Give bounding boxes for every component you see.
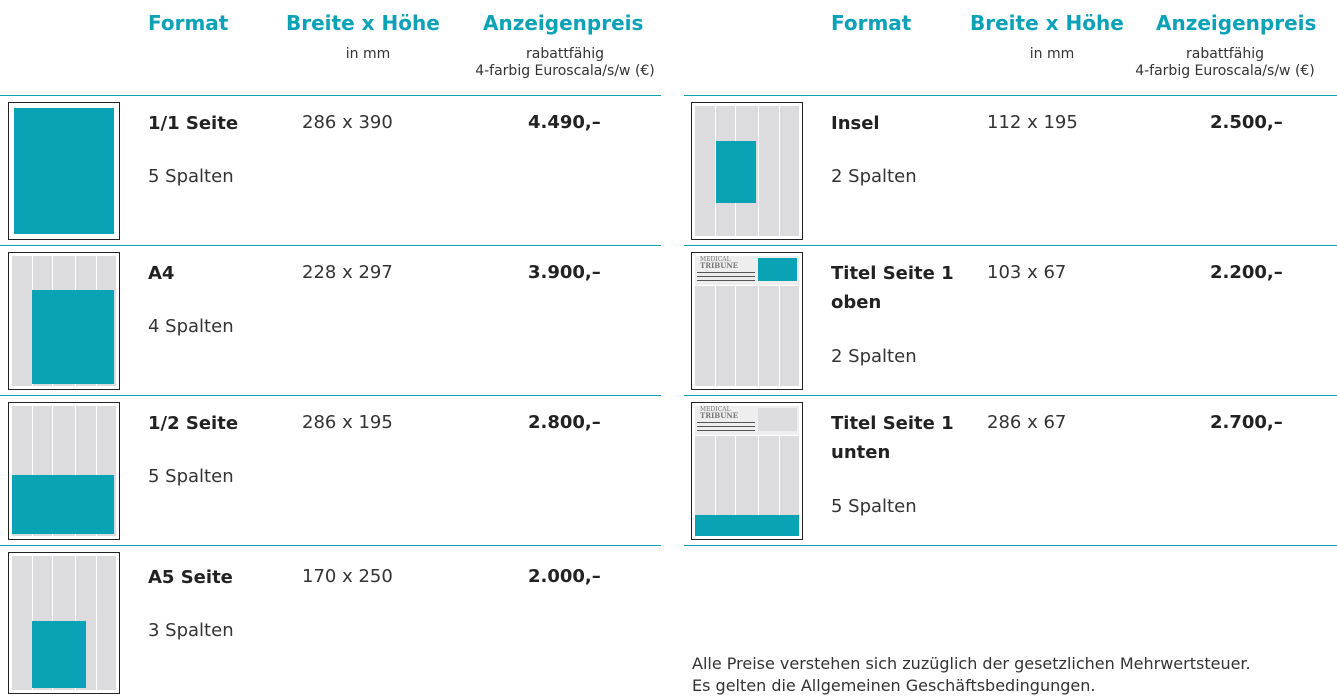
price-value: 3.900,– bbox=[528, 262, 601, 283]
format-label-line-1: Titel Seite 1 bbox=[831, 263, 954, 284]
ad-area bbox=[695, 515, 799, 536]
size-value: 286 x 195 bbox=[302, 412, 393, 433]
masthead-line-2: TRIBUNE bbox=[700, 411, 739, 420]
left-rule-3 bbox=[0, 545, 661, 546]
columns-value: 3 Spalten bbox=[148, 620, 234, 641]
left-rule-2 bbox=[0, 395, 661, 396]
right-rule-top bbox=[684, 95, 1337, 96]
format-label: 1/2 Seite bbox=[148, 413, 239, 434]
price-value: 2.000,– bbox=[528, 566, 601, 587]
price-value: 2.800,– bbox=[528, 412, 601, 433]
left-rule-top bbox=[0, 95, 661, 96]
header-price-note2-left: 4-farbig Euroscala/s/w (€) bbox=[475, 63, 655, 79]
columns-value: 5 Spalten bbox=[148, 466, 234, 487]
ad-area bbox=[716, 141, 756, 203]
size-value: 228 x 297 bbox=[302, 262, 393, 283]
size-value: 286 x 67 bbox=[987, 412, 1067, 433]
left-rule-1 bbox=[0, 245, 661, 246]
format-label: 1/1 Seite bbox=[148, 113, 239, 134]
header-dimensions-right: Breite x Höhe bbox=[970, 11, 1124, 35]
page-background: MEDICAL TRIBUNE bbox=[695, 406, 799, 536]
columns-value: 5 Spalten bbox=[831, 496, 917, 517]
format-label: Insel bbox=[831, 113, 880, 134]
format-label-line-1: Titel Seite 1 bbox=[831, 413, 954, 434]
ad-thumbnail-full-page bbox=[8, 102, 120, 240]
ad-thumbnail-island bbox=[691, 102, 803, 240]
header-price-left: Anzeigenpreis bbox=[483, 11, 644, 35]
format-label-line-2: unten bbox=[831, 442, 891, 463]
ad-thumbnail-a5 bbox=[8, 552, 120, 694]
price-value: 2.700,– bbox=[1210, 412, 1283, 433]
format-label: A4 bbox=[148, 263, 175, 284]
format-label: A5 Seite bbox=[148, 567, 233, 588]
ad-area bbox=[758, 258, 797, 281]
footer-note-vat: Alle Preise verstehen sich zuzüglich der… bbox=[692, 654, 1251, 673]
price-value: 2.200,– bbox=[1210, 262, 1283, 283]
price-value: 4.490,– bbox=[528, 112, 601, 133]
header-price-note1-left: rabattfähig bbox=[526, 46, 604, 62]
page-background bbox=[12, 556, 116, 690]
size-value: 286 x 390 bbox=[302, 112, 393, 133]
ad-area bbox=[12, 475, 114, 534]
footer-note-terms: Es gelten die Allgemeinen Geschäftsbedin… bbox=[692, 676, 1096, 695]
price-value: 2.500,– bbox=[1210, 112, 1283, 133]
page-background bbox=[12, 406, 116, 536]
header-price-note2-right: 4-farbig Euroscala/s/w (€) bbox=[1135, 63, 1315, 79]
right-rule-3 bbox=[684, 545, 1337, 546]
right-rule-1 bbox=[684, 245, 1337, 246]
ad-thumbnail-cover-bottom: MEDICAL TRIBUNE bbox=[691, 402, 803, 540]
page-background bbox=[12, 256, 116, 386]
format-label-line-2: oben bbox=[831, 292, 882, 313]
ad-thumbnail-half-page bbox=[8, 402, 120, 540]
size-value: 103 x 67 bbox=[987, 262, 1067, 283]
ad-thumbnail-cover-top: MEDICAL TRIBUNE bbox=[691, 252, 803, 390]
columns-value: 2 Spalten bbox=[831, 166, 917, 187]
ad-thumbnail-a4 bbox=[8, 252, 120, 390]
size-value: 112 x 195 bbox=[987, 112, 1078, 133]
header-dimensions-left: Breite x Höhe bbox=[286, 11, 440, 35]
header-dimensions-unit-right: in mm bbox=[1029, 46, 1075, 62]
page-background bbox=[695, 106, 799, 236]
ad-area bbox=[32, 290, 114, 384]
masthead-line-2: TRIBUNE bbox=[700, 261, 739, 270]
columns-value: 2 Spalten bbox=[831, 346, 917, 367]
header-format-left: Format bbox=[148, 11, 229, 35]
right-rule-2 bbox=[684, 395, 1337, 396]
ad-area bbox=[14, 108, 114, 234]
columns-value: 5 Spalten bbox=[148, 166, 234, 187]
columns-value: 4 Spalten bbox=[148, 316, 234, 337]
page-background: MEDICAL TRIBUNE bbox=[695, 256, 799, 386]
ad-area bbox=[32, 621, 86, 688]
header-dimensions-unit-left: in mm bbox=[345, 46, 391, 62]
size-value: 170 x 250 bbox=[302, 566, 393, 587]
header-price-right: Anzeigenpreis bbox=[1156, 11, 1317, 35]
header-price-note1-right: rabattfähig bbox=[1186, 46, 1264, 62]
header-format-right: Format bbox=[831, 11, 912, 35]
